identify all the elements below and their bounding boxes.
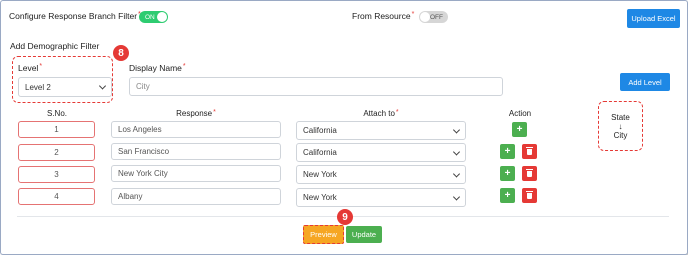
level-select[interactable]: Level 2 xyxy=(18,77,112,97)
sno-field[interactable]: 1 xyxy=(18,121,95,138)
attach-to-select[interactable]: California xyxy=(296,121,466,140)
display-name-input[interactable]: City xyxy=(129,77,503,96)
update-button[interactable]: Update xyxy=(346,226,382,243)
delete-row-button[interactable] xyxy=(522,188,537,203)
trash-icon xyxy=(526,168,533,177)
response-input[interactable]: San Francisco xyxy=(111,143,281,160)
trash-icon xyxy=(526,190,533,199)
trash-icon xyxy=(526,146,533,155)
sno-field[interactable]: 4 xyxy=(18,188,95,205)
upload-excel-button[interactable]: Upload Excel xyxy=(627,9,680,28)
branch-filter-toggle[interactable]: ON xyxy=(139,11,168,23)
add-row-button[interactable]: + xyxy=(500,188,515,203)
toggle-knob xyxy=(157,12,167,22)
display-name-label: Display Name* xyxy=(129,63,186,73)
response-input[interactable]: New York City xyxy=(111,165,281,182)
chevron-down-icon xyxy=(452,125,461,134)
filter-panel: Configure Response Branch Filter* ON Fro… xyxy=(0,0,688,255)
attach-to-select[interactable]: New York xyxy=(296,165,466,184)
section-title: Add Demographic Filter xyxy=(10,41,100,51)
from-resource-label: From Resource* xyxy=(352,11,415,21)
add-row-button[interactable]: + xyxy=(500,166,515,181)
toggle-knob xyxy=(420,12,430,22)
response-input[interactable]: Albany xyxy=(111,188,281,205)
chevron-down-icon xyxy=(98,82,107,90)
hierarchy-parent: State xyxy=(611,112,630,122)
response-input[interactable]: Los Angeles xyxy=(111,121,281,138)
header-action: Action xyxy=(508,109,532,118)
step-badge-9: 9 xyxy=(337,209,353,225)
header-attach-to: Attach to* xyxy=(363,109,399,118)
down-arrow-icon: ↓ xyxy=(618,121,623,131)
header-response: Response* xyxy=(176,109,216,118)
header-sno: S.No. xyxy=(46,109,67,118)
sno-field[interactable]: 2 xyxy=(18,144,95,161)
level-hierarchy: State ↓ City xyxy=(598,101,643,151)
level-label: Level* xyxy=(18,63,43,73)
attach-to-select[interactable]: California xyxy=(296,143,466,162)
chevron-down-icon xyxy=(452,192,461,201)
add-level-button[interactable]: Add Level xyxy=(620,73,670,91)
chevron-down-icon xyxy=(452,147,461,156)
chevron-down-icon xyxy=(452,169,461,178)
step-badge-8: 8 xyxy=(113,45,129,61)
delete-row-button[interactable] xyxy=(522,166,537,181)
preview-button[interactable]: Preview xyxy=(303,225,344,244)
from-resource-toggle[interactable]: OFF xyxy=(419,11,448,23)
sno-field[interactable]: 3 xyxy=(18,166,95,183)
add-row-button[interactable]: + xyxy=(512,122,527,137)
delete-row-button[interactable] xyxy=(522,144,537,159)
branch-filter-label: Configure Response Branch Filter* xyxy=(9,11,141,21)
add-row-button[interactable]: + xyxy=(500,144,515,159)
hierarchy-child: City xyxy=(613,130,628,140)
attach-to-select[interactable]: New York xyxy=(296,188,466,207)
